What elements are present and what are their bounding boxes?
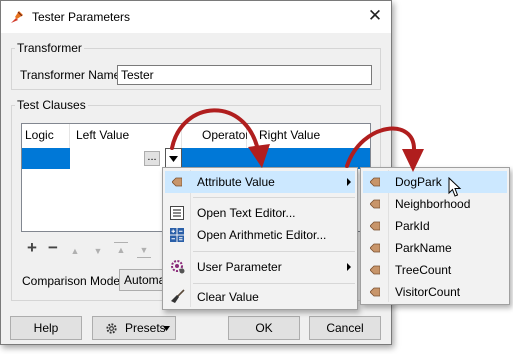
arithmetic-editor-icon — [170, 228, 184, 242]
submenu-item-visitorcount[interactable]: VisitorCount — [363, 281, 507, 303]
user-parameter-icon — [171, 260, 185, 274]
attribute-tag-icon — [370, 265, 380, 275]
menu-item-clear-value[interactable]: Clear Value — [165, 286, 355, 308]
move-down-icon[interactable]: ▼ — [91, 244, 105, 258]
submenu-arrow-icon — [347, 178, 351, 186]
attribute-tag-icon — [370, 199, 380, 209]
transformer-name-label: Transformer Name: — [20, 68, 124, 82]
text-editor-icon — [170, 206, 184, 220]
menu-separator — [193, 283, 355, 284]
attribute-tag-icon — [370, 243, 380, 253]
submenu-item-parkid[interactable]: ParkId — [363, 215, 507, 237]
table-row[interactable]: ... — [22, 148, 370, 169]
broom-icon — [171, 289, 185, 303]
menu-item-label: Attribute Value — [197, 175, 275, 189]
chevron-down-icon — [169, 156, 178, 162]
submenu-item-label: DogPark — [395, 175, 442, 189]
attribute-tag-icon — [172, 177, 182, 187]
remove-icon[interactable]: − — [46, 239, 60, 256]
context-menu: Attribute Value Open Text Editor... Open… — [162, 167, 358, 310]
menu-item-label: Clear Value — [197, 290, 259, 304]
column-header-operator[interactable]: Operator — [182, 124, 249, 148]
right-value-cell[interactable] — [247, 148, 370, 169]
move-top-icon[interactable]: ▲ — [114, 242, 128, 257]
gear-icon — [106, 323, 117, 334]
operator-cell[interactable] — [182, 148, 247, 169]
help-button[interactable]: Help — [10, 316, 82, 340]
submenu-item-label: TreeCount — [395, 263, 452, 277]
presets-label: Presets — [125, 321, 166, 335]
submenu-item-parkname[interactable]: ParkName — [363, 237, 507, 259]
fme-app-icon — [11, 11, 23, 23]
menu-item-open-text-editor[interactable]: Open Text Editor... — [165, 202, 355, 224]
menu-separator — [193, 251, 355, 252]
menu-item-open-arithmetic-editor[interactable]: Open Arithmetic Editor... — [165, 224, 355, 246]
dropdown-button[interactable] — [165, 148, 182, 169]
test-clauses-group-label: Test Clauses — [15, 98, 88, 112]
column-header-right-value[interactable]: Right Value — [247, 124, 370, 148]
menu-item-label: Open Arithmetic Editor... — [197, 228, 327, 242]
add-icon[interactable]: + — [25, 239, 39, 256]
attribute-tag-icon — [370, 287, 380, 297]
submenu-item-label: VisitorCount — [395, 285, 461, 299]
menu-item-label: Open Text Editor... — [197, 206, 296, 220]
column-header-left-value[interactable]: Left Value — [70, 124, 182, 148]
column-header-logic[interactable]: Logic — [22, 124, 70, 148]
submenu-arrow-icon — [347, 263, 351, 271]
move-up-icon[interactable]: ▲ — [68, 244, 82, 258]
menu-item-attribute-value[interactable]: Attribute Value — [165, 171, 355, 193]
submenu-item-neighborhood[interactable]: Neighborhood — [363, 193, 507, 215]
attribute-tag-icon — [370, 221, 380, 231]
submenu-item-treecount[interactable]: TreeCount — [363, 259, 507, 281]
presets-button[interactable]: Presets — [92, 316, 176, 340]
transformer-group-label: Transformer — [15, 41, 84, 55]
menu-item-user-parameter[interactable]: User Parameter — [165, 256, 355, 278]
ok-button[interactable]: OK — [228, 316, 300, 340]
close-button[interactable]: ✕ — [363, 5, 387, 27]
menu-item-label: User Parameter — [197, 260, 282, 274]
comparison-mode-label: Comparison Mode: — [22, 274, 124, 288]
transformer-name-input[interactable]: Tester — [117, 65, 372, 85]
submenu-item-label: ParkId — [395, 219, 430, 233]
attribute-submenu: DogPark Neighborhood ParkId ParkName Tre… — [360, 167, 510, 305]
move-bottom-icon[interactable]: ▼ — [137, 243, 151, 258]
menu-separator — [193, 197, 355, 198]
attribute-tag-icon — [370, 177, 380, 187]
cancel-button[interactable]: Cancel — [309, 316, 381, 340]
window-title: Tester Parameters — [32, 10, 131, 24]
submenu-item-dogpark[interactable]: DogPark — [363, 171, 507, 193]
logic-cell[interactable] — [22, 148, 70, 169]
submenu-item-label: ParkName — [395, 241, 452, 255]
mouse-cursor-icon — [448, 177, 462, 197]
ellipsis-button[interactable]: ... — [144, 151, 160, 166]
title-bar: Tester Parameters ✕ — [1, 1, 391, 33]
chevron-down-icon — [163, 326, 170, 331]
